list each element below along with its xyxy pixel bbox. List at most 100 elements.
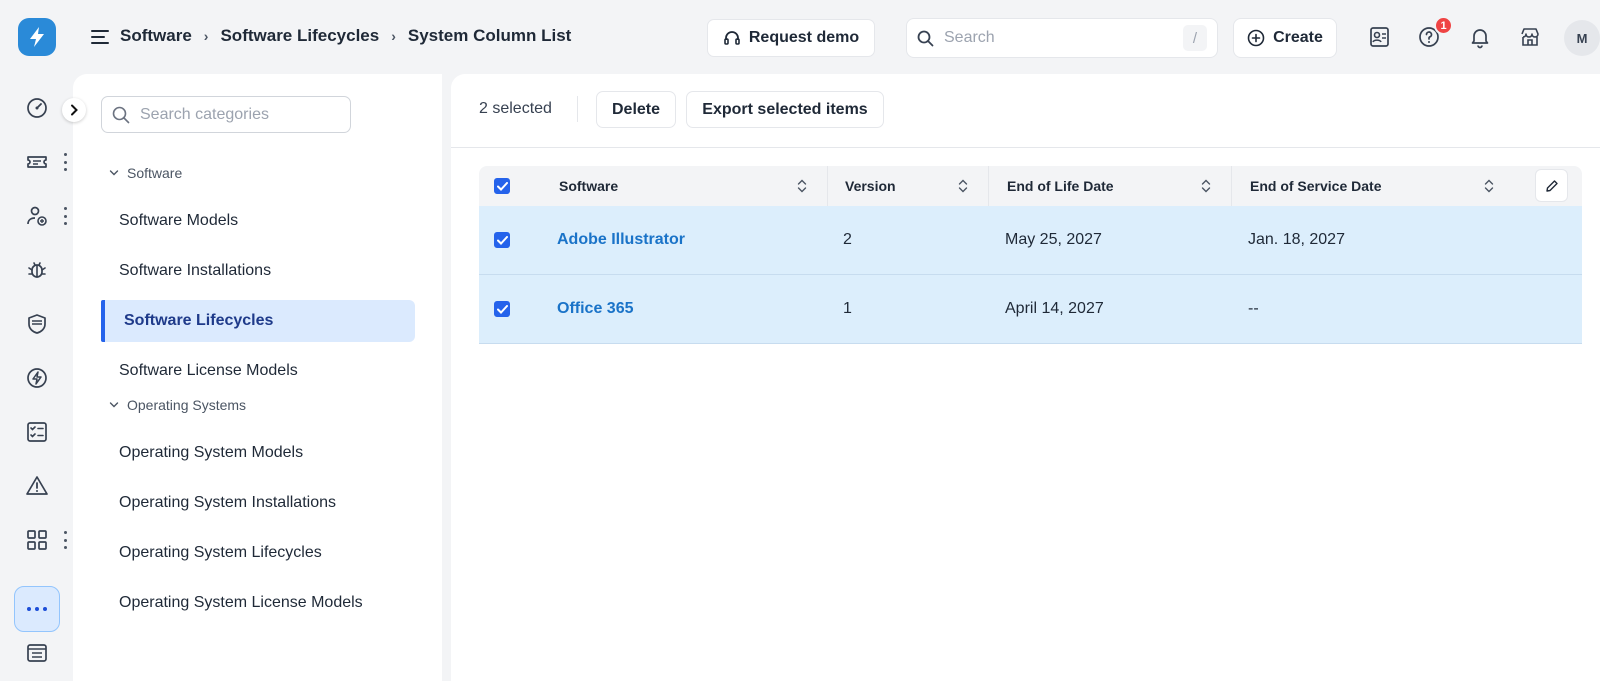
search-icon <box>917 30 934 46</box>
delete-button[interactable]: Delete <box>596 91 676 128</box>
nav-apps[interactable] <box>18 521 56 559</box>
create-button[interactable]: Create <box>1233 18 1337 58</box>
nav-alerts[interactable] <box>18 467 56 505</box>
bug-icon <box>28 262 46 278</box>
sort-icon[interactable] <box>1484 178 1494 194</box>
plus-circle-icon <box>1247 29 1265 47</box>
nav-tasks[interactable] <box>18 413 56 451</box>
column-header-end-of-service[interactable]: End of Service Date <box>1250 166 1382 206</box>
nav-tickets-more-icon[interactable] <box>60 153 70 171</box>
category-item-label: Software License Models <box>119 362 298 379</box>
category-panel: Software Software Models Software Instal… <box>73 74 442 681</box>
category-item-os-models[interactable]: Operating System Models <box>101 432 415 474</box>
row-checkbox[interactable] <box>494 206 510 274</box>
gauge-icon <box>27 98 47 118</box>
nav-changes[interactable] <box>18 359 56 397</box>
category-item-software-models[interactable]: Software Models <box>101 200 415 242</box>
sort-icon[interactable] <box>797 178 807 194</box>
pencil-icon <box>1545 179 1558 192</box>
search-input[interactable] <box>944 29 1183 47</box>
version-cell: 2 <box>843 231 852 248</box>
search-icon <box>112 106 130 123</box>
create-label: Create <box>1273 29 1323 46</box>
category-item-label: Operating System Installations <box>119 494 336 511</box>
nav-problems[interactable] <box>18 251 56 289</box>
global-search[interactable]: / <box>906 18 1218 58</box>
chevron-right-icon: › <box>203 28 209 44</box>
end-of-service-cell: Jan. 18, 2027 <box>1248 231 1345 248</box>
nav-security[interactable] <box>18 305 56 343</box>
breadcrumb-item-current: System Column List <box>407 26 572 45</box>
ticket-icon <box>27 156 47 168</box>
nav-dashboard[interactable] <box>18 89 56 127</box>
category-item-label: Software Installations <box>119 262 272 279</box>
nav-apps-more-icon[interactable] <box>60 531 70 549</box>
table-row[interactable]: Adobe Illustrator 2 May 25, 2027 Jan. 18… <box>479 206 1582 275</box>
chevron-down-icon <box>109 402 119 408</box>
contacts-icon[interactable] <box>1365 23 1393 51</box>
main-content: 2 selected Delete Export selected items … <box>451 74 1600 681</box>
selected-count: 2 selected <box>479 100 552 117</box>
version-cell: 1 <box>843 300 852 317</box>
category-search-input[interactable] <box>140 105 330 124</box>
breadcrumb-item-software-lifecycles[interactable]: Software Lifecycles <box>220 26 379 46</box>
end-of-life-cell: May 25, 2027 <box>1005 231 1102 248</box>
column-header-end-of-life[interactable]: End of Life Date <box>1007 166 1114 206</box>
nav-tickets[interactable] <box>18 143 56 181</box>
nav-more-button[interactable] <box>14 586 60 632</box>
table-row[interactable]: Office 365 1 April 14, 2027 -- <box>479 275 1582 344</box>
category-item-software-license-models[interactable]: Software License Models <box>101 350 415 392</box>
select-all-checkbox[interactable] <box>494 166 510 206</box>
column-header-software[interactable]: Software <box>559 166 618 206</box>
lightning-icon <box>30 27 44 47</box>
end-of-life-cell: April 14, 2027 <box>1005 300 1104 317</box>
check-icon <box>496 181 508 191</box>
store-icon[interactable] <box>1516 23 1544 51</box>
sort-icon[interactable] <box>958 178 968 194</box>
request-demo-button[interactable]: Request demo <box>707 19 875 57</box>
category-item-os-lifecycles[interactable]: Operating System Lifecycles <box>101 532 415 574</box>
warning-icon <box>26 476 48 495</box>
category-item-software-installations[interactable]: Software Installations <box>101 250 415 292</box>
category-item-label: Software Lifecycles <box>124 312 274 329</box>
category-item-label: Software Models <box>119 212 239 229</box>
menu-icon[interactable] <box>91 29 109 45</box>
breadcrumb-item-software[interactable]: Software <box>120 26 192 46</box>
users-icon <box>27 206 47 226</box>
row-checkbox[interactable] <box>494 275 510 343</box>
export-selected-button[interactable]: Export selected items <box>686 91 884 128</box>
checklist-icon <box>27 422 47 442</box>
avatar[interactable]: M <box>1564 20 1600 56</box>
expand-sidebar-button[interactable] <box>62 98 86 122</box>
category-search[interactable] <box>101 96 351 133</box>
breadcrumb: Software › Software Lifecycles › System … <box>120 26 571 46</box>
search-shortcut-hint: / <box>1183 25 1207 51</box>
nav-reports[interactable] <box>18 634 56 672</box>
category-item-software-lifecycles[interactable]: Software Lifecycles <box>101 300 415 342</box>
divider <box>577 96 578 122</box>
sort-icon[interactable] <box>1201 178 1211 194</box>
category-item-label: Operating System License Models <box>119 594 363 611</box>
nav-users[interactable] <box>18 197 56 235</box>
check-icon <box>496 304 508 314</box>
category-item-label: Operating System Lifecycles <box>119 544 322 561</box>
bell-icon[interactable] <box>1466 23 1494 51</box>
software-link[interactable]: Office 365 <box>557 275 633 343</box>
left-nav-rail <box>0 74 86 681</box>
request-demo-label: Request demo <box>748 29 860 46</box>
column-header-version[interactable]: Version <box>845 166 896 206</box>
category-item-os-license-models[interactable]: Operating System License Models <box>101 582 415 624</box>
chevron-right-icon: › <box>391 28 396 44</box>
edit-columns-button[interactable] <box>1535 169 1568 202</box>
group-header-software[interactable]: Software <box>109 165 182 181</box>
chevron-down-icon <box>109 170 119 176</box>
app-logo[interactable] <box>18 18 56 56</box>
category-item-os-installations[interactable]: Operating System Installations <box>101 482 415 524</box>
nav-users-more-icon[interactable] <box>60 207 70 225</box>
group-header-operating-systems[interactable]: Operating Systems <box>109 397 246 413</box>
chevron-right-icon <box>71 104 78 116</box>
software-link[interactable]: Adobe Illustrator <box>557 206 685 274</box>
panel-divider <box>442 74 451 681</box>
check-icon <box>496 235 508 245</box>
lightning-circle-icon <box>27 368 47 388</box>
